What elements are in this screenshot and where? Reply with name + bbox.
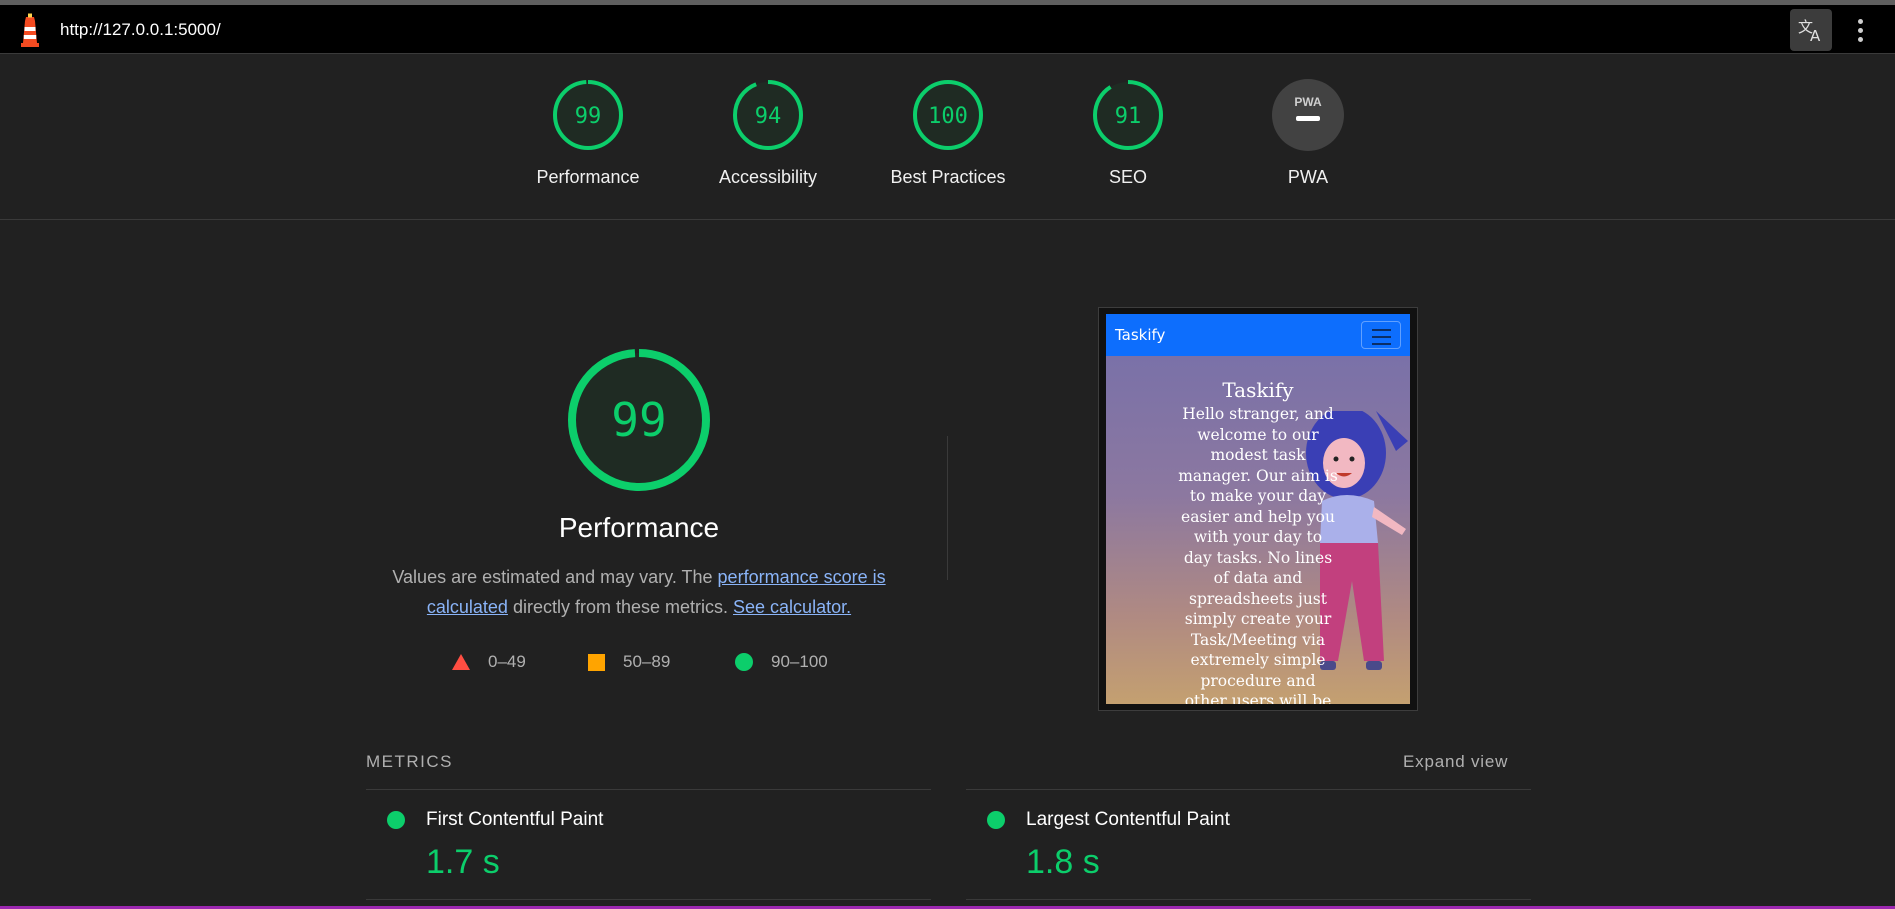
performance-description: Values are estimated and may vary. The p… [392, 567, 886, 617]
svg-text:A: A [1810, 27, 1821, 44]
metric-value-fcp: 1.7 s [426, 843, 500, 881]
final-screenshot[interactable]: Taskify Taskify Hello stranger, and welc… [1098, 307, 1418, 711]
gauge-label: Best Practices [890, 167, 1006, 187]
gauge-value: 100 [928, 104, 968, 129]
screenshot-text: Hello stranger, and welcome to our modes… [1178, 405, 1338, 704]
metric-name-fcp: First Contentful Paint [426, 809, 604, 830]
metric-divider [966, 789, 1531, 790]
gauge-performance[interactable]: 99 Performance [498, 78, 678, 198]
gauge-ring: 94 [733, 80, 803, 150]
performance-gauge: 99 [568, 349, 710, 491]
browser-topbar: http://127.0.0.1:5000/ 文 A [0, 5, 1895, 54]
performance-title: Performance [558, 512, 720, 543]
gauge-label: Accessibility [718, 167, 818, 187]
gauge-ring: 91 [1093, 80, 1163, 150]
lighthouse-icon [21, 13, 39, 47]
gauge-label: SEO [1108, 167, 1147, 187]
metric-divider [366, 789, 931, 790]
expand-view-toggle[interactable]: Expand view [1403, 752, 1508, 772]
gauge-value: 94 [755, 104, 782, 129]
gauge-label: Performance [536, 167, 640, 187]
gauge-accessibility[interactable]: 94 Accessibility [678, 78, 858, 198]
score-legend: 0–49 50–89 90–100 [452, 652, 852, 676]
metric-value-lcp: 1.8 s [1026, 843, 1100, 881]
screenshot-navbar: Taskify [1106, 314, 1410, 356]
performance-score: 99 [611, 393, 666, 447]
gauge-value: 99 [575, 104, 602, 129]
gauge-ring: 99 [553, 80, 623, 150]
gauge-value: 91 [1115, 104, 1142, 129]
metrics-heading: METRICS [366, 752, 453, 771]
triangle-icon [452, 654, 470, 670]
translate-icon: 文 A [1798, 18, 1821, 44]
legend-fail: 0–49 [452, 652, 526, 672]
screenshot-hero: Taskify Hello stranger, and welcome to o… [1106, 356, 1410, 704]
metric-name-lcp: Largest Contentful Paint [1026, 809, 1230, 830]
pwa-badge-icon: PWA [1272, 79, 1344, 151]
legend-pass: 90–100 [735, 652, 828, 672]
screenshot-brand: Taskify [1115, 326, 1166, 344]
gauge-pwa[interactable]: PWA PWA [1218, 78, 1398, 198]
translate-button[interactable]: 文 A [1790, 9, 1832, 51]
gauge-label: PWA [1287, 167, 1329, 187]
pass-circle-icon [387, 811, 405, 829]
circle-icon [735, 653, 753, 671]
more-vert-icon[interactable] [1848, 15, 1872, 45]
screenshot-title: Taskify [1222, 378, 1294, 402]
vertical-divider [947, 436, 948, 580]
metric-divider [966, 899, 1531, 900]
svg-text:PWA: PWA [1294, 95, 1322, 109]
square-icon [588, 653, 605, 671]
gauge-ring: 100 [913, 80, 983, 150]
see-calculator-link[interactable]: See calculator. [733, 597, 851, 617]
metric-divider [366, 899, 931, 900]
hamburger-menu-icon [1361, 321, 1401, 349]
legend-average: 50–89 [588, 652, 670, 672]
score-gauges-bar: 99 Performance 94 Accessibility 100 Best… [0, 54, 1895, 220]
gauge-seo[interactable]: 91 SEO [1038, 78, 1218, 198]
pass-circle-icon [987, 811, 1005, 829]
url-text[interactable]: http://127.0.0.1:5000/ [60, 20, 221, 40]
gauge-best-practices[interactable]: 100 Best Practices [858, 78, 1038, 198]
